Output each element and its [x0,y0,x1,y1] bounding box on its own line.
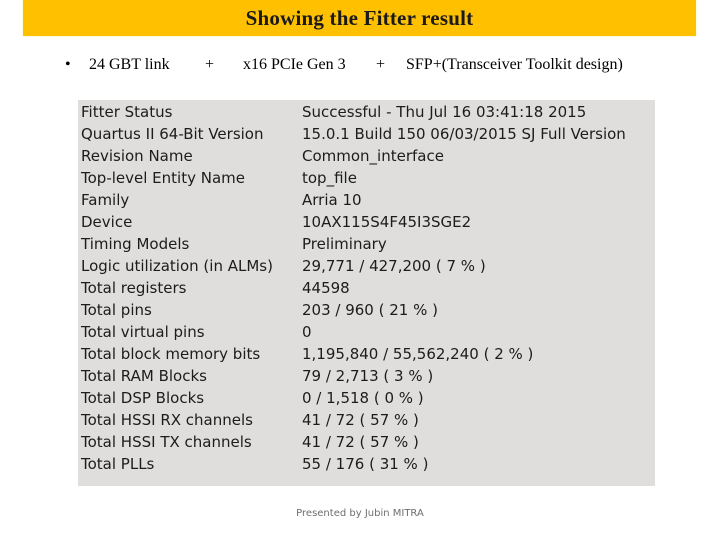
row-value: 15.0.1 Build 150 06/03/2015 SJ Full Vers… [302,125,626,143]
fitter-report-table: Fitter Status Successful - Thu Jul 16 03… [78,100,655,486]
row-label: Fitter Status [81,103,173,121]
row-label: Total HSSI RX channels [81,411,253,429]
row-value: Common_interface [302,147,444,165]
row-label: Total pins [81,301,152,319]
subtitle-pcie: x16 PCIe Gen 3 [243,56,346,73]
table-row: Total HSSI TX channels 41 / 72 ( 57 % ) [78,431,655,453]
bullet-icon: • [65,56,71,73]
table-row: Timing Models Preliminary [78,233,655,255]
row-label: Family [81,191,130,209]
table-row: Total HSSI RX channels 41 / 72 ( 57 % ) [78,409,655,431]
row-value: top_file [302,169,357,187]
row-label: Total HSSI TX channels [81,433,252,451]
table-row: Family Arria 10 [78,189,655,211]
subtitle-bullet-line: • 24 GBT link + x16 PCIe Gen 3 + SFP+(Tr… [0,56,720,80]
table-row: Top-level Entity Name top_file [78,167,655,189]
row-label: Quartus II 64-Bit Version [81,125,264,143]
table-row: Total PLLs 55 / 176 ( 31 % ) [78,453,655,475]
table-row: Device 10AX115S4F45I3SGE2 [78,211,655,233]
row-label: Timing Models [81,235,190,253]
row-value: Successful - Thu Jul 16 03:41:18 2015 [302,103,587,121]
row-value: 203 / 960 ( 21 % ) [302,301,438,319]
row-label: Device [81,213,133,231]
row-value: 79 / 2,713 ( 3 % ) [302,367,434,385]
row-label: Total registers [81,279,187,297]
subtitle-plus-separator: + [376,56,386,73]
title-banner: Showing the Fitter result [23,0,696,36]
row-label: Total DSP Blocks [81,389,205,407]
row-label: Total virtual pins [81,323,205,341]
row-label: Top-level Entity Name [81,169,245,187]
table-row: Quartus II 64-Bit Version 15.0.1 Build 1… [78,123,655,145]
row-value: 10AX115S4F45I3SGE2 [302,213,472,231]
table-row: Total registers 44598 [78,277,655,299]
row-value: 55 / 176 ( 31 % ) [302,455,429,473]
row-value: Arria 10 [302,191,362,209]
table-row: Total DSP Blocks 0 / 1,518 ( 0 % ) [78,387,655,409]
row-label: Total RAM Blocks [81,367,207,385]
table-row: Total RAM Blocks 79 / 2,713 ( 3 % ) [78,365,655,387]
row-value: 44598 [302,279,350,297]
table-row: Revision Name Common_interface [78,145,655,167]
row-label: Total block memory bits [81,345,261,363]
row-value: 0 [302,323,312,341]
subtitle-gbt-link: 24 GBT link [89,56,170,73]
table-row: Fitter Status Successful - Thu Jul 16 03… [78,101,655,123]
table-row: Total pins 203 / 960 ( 21 % ) [78,299,655,321]
subtitle-plus-separator: + [205,56,215,73]
subtitle-sfp: SFP+(Transceiver Toolkit design) [406,56,623,73]
row-label: Logic utilization (in ALMs) [81,257,273,275]
table-row: Total virtual pins 0 [78,321,655,343]
presenter-footer: Presented by Jubin MITRA [296,508,424,519]
table-row: Total block memory bits 1,195,840 / 55,5… [78,343,655,365]
table-row: Logic utilization (in ALMs) 29,771 / 427… [78,255,655,277]
row-label: Total PLLs [81,455,155,473]
row-value: Preliminary [302,235,387,253]
row-value: 1,195,840 / 55,562,240 ( 2 % ) [302,345,534,363]
row-value: 29,771 / 427,200 ( 7 % ) [302,257,486,275]
row-value: 41 / 72 ( 57 % ) [302,433,419,451]
slide-title: Showing the Fitter result [245,5,474,30]
row-value: 0 / 1,518 ( 0 % ) [302,389,424,407]
row-label: Revision Name [81,147,193,165]
row-value: 41 / 72 ( 57 % ) [302,411,419,429]
